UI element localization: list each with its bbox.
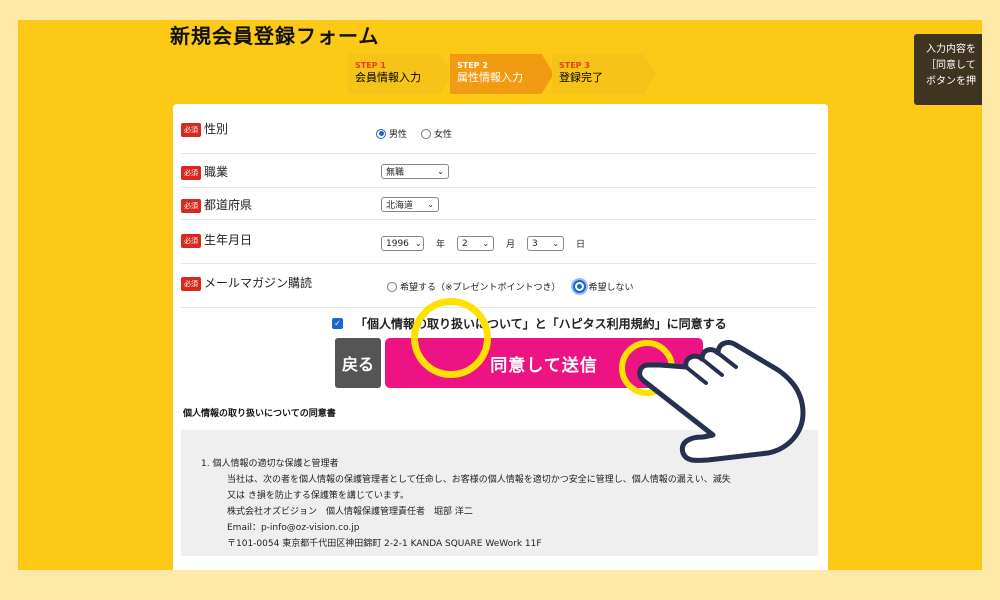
birthdate-label: 必須 生年月日: [181, 231, 252, 248]
gender-row: 必須 性別 男性 女性: [181, 104, 817, 154]
step-1-number: STEP 1: [355, 61, 386, 70]
gender-female-label: 女性: [434, 130, 453, 140]
occupation-select[interactable]: 無職 ⌄: [381, 164, 449, 179]
gender-male-radio[interactable]: [376, 128, 386, 139]
newsletter-no-radio[interactable]: [572, 280, 586, 293]
step-2-number: STEP 2: [457, 61, 488, 70]
back-button[interactable]: 戻る: [335, 338, 381, 388]
required-badge: 必須: [181, 165, 201, 180]
tutorial-stage: 新規会員登録フォーム STEP 1 会員情報入力 STEP 2 属性情報入力 S…: [18, 20, 982, 570]
prefecture-row: 必須 都道府県 北海道 ⌄: [181, 188, 817, 220]
tooltip-line-1: 入力内容を: [926, 44, 976, 55]
prefecture-value: 北海道: [386, 201, 414, 211]
birthdate-label-text: 生年月日: [204, 233, 253, 247]
occupation-label-text: 職業: [204, 165, 229, 179]
birth-month-value: 2: [462, 238, 468, 249]
birthdate-control: 1996 ⌄ 年 2 ⌄ 月 3 ⌄ 日: [381, 236, 585, 251]
occupation-value: 無職: [386, 168, 405, 178]
birth-month-select[interactable]: 2 ⌄: [457, 236, 495, 251]
birth-year-select[interactable]: 1996 ⌄: [381, 236, 424, 251]
instruction-tooltip: 入力内容を ［同意して ボタンを押: [914, 34, 982, 105]
gender-options: 男性 女性: [376, 127, 452, 140]
year-unit: 年: [436, 240, 446, 250]
newsletter-label: 必須 メールマガジン購読: [181, 274, 312, 291]
agree-checkbox[interactable]: ✓: [332, 318, 343, 329]
prefecture-select[interactable]: 北海道 ⌄: [381, 197, 439, 212]
required-badge: 必須: [181, 233, 201, 248]
step-3: STEP 3 登録完了: [552, 54, 656, 94]
prefecture-control: 北海道 ⌄: [381, 197, 439, 212]
required-badge: 必須: [181, 122, 201, 137]
birthdate-row: 必須 生年月日 1996 ⌄ 年 2 ⌄ 月 3 ⌄ 日: [181, 220, 817, 264]
newsletter-row: 必須 メールマガジン購読 希望する（※プレゼントポイントつき） 希望しない: [181, 264, 817, 308]
newsletter-no-label: 希望しない: [588, 283, 634, 293]
step-3-label: 登録完了: [559, 71, 603, 84]
privacy-line-3: 株式会社オズビジョン 個人情報保護管理責任者 堀部 洋二: [227, 507, 473, 517]
chevron-down-icon: ⌄: [482, 239, 490, 248]
gender-label-text: 性別: [204, 122, 229, 136]
tooltip-line-2: ［同意して: [926, 60, 976, 71]
prefecture-label: 必須 都道府県: [181, 196, 252, 213]
newsletter-options: 希望する（※プレゼントポイントつき） 希望しない: [387, 280, 634, 293]
step-1: STEP 1 会員情報入力: [348, 54, 452, 94]
newsletter-label-text: メールマガジン購読: [204, 276, 313, 290]
gender-male-label: 男性: [389, 130, 408, 140]
occupation-control: 無職 ⌄: [381, 164, 449, 179]
chevron-down-icon: ⌄: [427, 200, 434, 209]
newsletter-yes-radio[interactable]: [387, 281, 397, 292]
birth-year-value: 1996: [386, 238, 409, 249]
step-2: STEP 2 属性情報入力: [450, 54, 554, 94]
chevron-down-icon: ⌄: [437, 167, 444, 176]
step-3-number: STEP 3: [559, 61, 590, 70]
occupation-label: 必須 職業: [181, 163, 228, 180]
privacy-line-5: 〒101-0054 東京都千代田区神田錦町 2-2-1 KANDA SQUARE…: [227, 539, 542, 549]
birth-day-select[interactable]: 3 ⌄: [527, 236, 565, 251]
prefecture-label-text: 都道府県: [204, 198, 253, 212]
birth-day-value: 3: [532, 238, 538, 249]
chevron-down-icon: ⌄: [414, 239, 422, 248]
check-icon: ✓: [334, 319, 341, 328]
page-title: 新規会員登録フォーム: [170, 24, 380, 48]
day-unit: 日: [576, 240, 586, 250]
month-unit: 月: [506, 240, 516, 250]
gender-label: 必須 性別: [181, 120, 228, 137]
tooltip-line-3: ボタンを押: [926, 76, 976, 87]
required-badge: 必須: [181, 276, 201, 291]
privacy-line-2: 又は き損を防止する保護策を講じています。: [227, 491, 409, 501]
required-badge: 必須: [181, 198, 201, 213]
step-1-label: 会員情報入力: [355, 71, 421, 84]
gender-female-radio[interactable]: [421, 128, 432, 139]
step-indicator: STEP 1 会員情報入力 STEP 2 属性情報入力 STEP 3 登録完了: [348, 54, 678, 94]
pointing-hand-icon: [637, 340, 806, 463]
privacy-title: 個人情報の取り扱いについての同意書: [183, 409, 336, 419]
newsletter-yes-label: 希望する（※プレゼントポイントつき）: [400, 283, 561, 293]
occupation-row: 必須 職業 無職 ⌄: [181, 154, 817, 188]
attention-ring-large: [411, 298, 491, 378]
step-2-label: 属性情報入力: [457, 71, 523, 84]
privacy-line-4: Email：p-info@oz-vision.co.jp: [227, 523, 360, 533]
chevron-down-icon: ⌄: [552, 239, 560, 248]
